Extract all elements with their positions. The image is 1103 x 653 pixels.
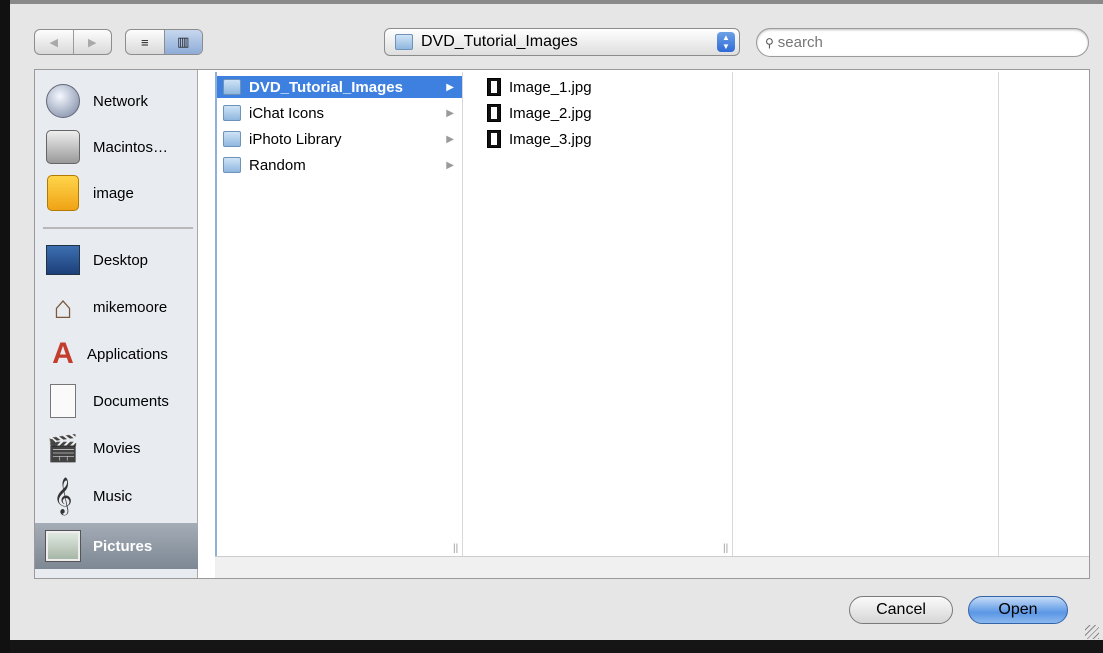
view-mode-control: ≡ ▥: [125, 29, 203, 55]
back-button[interactable]: ◀: [35, 30, 73, 54]
folder-icon: [223, 157, 241, 173]
image-file-icon: [487, 104, 501, 122]
search-input[interactable]: [777, 34, 1068, 51]
column-view-icon: ▥: [177, 34, 190, 49]
ipod-icon: [45, 175, 81, 211]
disclosure-arrow-icon: ▶: [446, 133, 454, 145]
column-view-button[interactable]: ▥: [163, 30, 202, 54]
sidebar-item-movies[interactable]: 🎬 Movies: [35, 425, 198, 471]
desktop-icon: [45, 242, 81, 278]
sidebar-item-label: Network: [93, 92, 149, 110]
disclosure-arrow-icon: ▶: [446, 159, 454, 171]
network-globe-icon: [45, 83, 81, 119]
location-popup[interactable]: DVD_Tutorial_Images ▲ ▼: [384, 28, 740, 56]
column-dvd-tutorial-images: Image_1.jpg Image_2.jpg Image_3.jpg ||: [481, 72, 733, 572]
file-name: Image_1.jpg: [509, 78, 592, 96]
sidebar: Network Macintos… image Desktop ⌂ mikemo…: [35, 70, 198, 578]
back-forward-control: ◀ ▶: [34, 29, 112, 55]
list-view-icon: ≡: [140, 34, 149, 50]
disclosure-arrow-icon: ▶: [446, 107, 454, 119]
sidebar-item-label: Movies: [93, 439, 141, 457]
image-file-icon: [487, 78, 501, 96]
sidebar-item-desktop[interactable]: Desktop: [35, 237, 198, 283]
sidebar-item-label: Music: [93, 487, 133, 505]
column-resize-grip[interactable]: ||: [723, 543, 728, 554]
sidebar-item-pictures[interactable]: Pictures: [35, 523, 198, 569]
column-empty: [733, 72, 999, 572]
sidebar-item-label: Desktop: [93, 251, 149, 269]
folder-icon: [223, 79, 241, 95]
sidebar-item-label: image: [93, 184, 134, 202]
sidebar-item-label: Macintos…: [93, 138, 169, 156]
file-name: Image_2.jpg: [509, 104, 592, 122]
folder-name: Random: [249, 156, 306, 174]
folder-name: iChat Icons: [249, 104, 325, 122]
search-field[interactable]: ⚲: [756, 28, 1089, 57]
pictures-icon: [45, 528, 81, 564]
sidebar-item-image[interactable]: image: [35, 170, 198, 216]
sidebar-item-music[interactable]: 𝄞 Music: [35, 473, 198, 519]
file-row[interactable]: Image_2.jpg: [481, 102, 732, 124]
open-button[interactable]: Open: [968, 596, 1068, 624]
folder-row[interactable]: iPhoto Library ▶: [217, 128, 462, 150]
sidebar-item-label: Documents: [93, 392, 169, 410]
column-resize-grip[interactable]: ||: [453, 543, 458, 554]
cancel-button[interactable]: Cancel: [849, 596, 953, 624]
folder-icon: [395, 34, 413, 50]
image-file-icon: [487, 130, 501, 148]
music-icon: 𝄞: [53, 477, 73, 513]
folder-row[interactable]: iChat Icons ▶: [217, 102, 462, 124]
window-bottom-edge: [10, 640, 1103, 653]
folder-icon: [223, 131, 241, 147]
folder-row[interactable]: Random ▶: [217, 154, 462, 176]
search-icon: ⚲: [765, 35, 774, 50]
folder-name: DVD_Tutorial_Images: [249, 78, 403, 96]
open-file-dialog: ◀ ▶ ≡ ▥ DVD_Tutorial_Images ▲▼ ⚲ Network…: [0, 0, 1103, 653]
back-arrow-icon: ◀: [49, 36, 58, 49]
sidebar-item-label: mikemoore: [93, 298, 168, 316]
hard-drive-icon: [45, 129, 81, 165]
sidebar-item-label: Pictures: [93, 537, 153, 555]
window-edge: [0, 0, 10, 653]
sidebar-item-documents[interactable]: Documents: [35, 378, 198, 424]
column-empty: [999, 72, 1089, 572]
sidebar-divider: [43, 227, 193, 229]
applications-icon: A: [52, 337, 74, 370]
file-name: Image_3.jpg: [509, 130, 592, 148]
location-popup-label: DVD_Tutorial_Images: [421, 33, 578, 50]
sidebar-item-macintosh-hd[interactable]: Macintos…: [35, 124, 198, 170]
forward-button[interactable]: ▶: [72, 30, 112, 54]
resize-grip-icon[interactable]: [1085, 625, 1099, 639]
folder-icon: [223, 105, 241, 121]
forward-arrow-icon: ▶: [88, 36, 97, 49]
folder-name: iPhoto Library: [249, 130, 342, 148]
popup-arrows-icon: ▲ ▼: [717, 32, 735, 52]
file-row[interactable]: Image_3.jpg: [481, 128, 732, 150]
disclosure-arrow-icon: ▶: [446, 81, 454, 93]
file-row[interactable]: Image_1.jpg: [481, 76, 732, 98]
title-bar-edge: [10, 0, 1103, 4]
column-view: DVD_Tutorial_Images ▶ iChat Icons ▶ iPho…: [215, 72, 1089, 572]
column-pictures: DVD_Tutorial_Images ▶ iChat Icons ▶ iPho…: [217, 72, 463, 572]
file-browser: Network Macintos… image Desktop ⌂ mikemo…: [34, 69, 1090, 579]
sidebar-item-applications[interactable]: A Applications: [35, 331, 198, 377]
sidebar-item-network[interactable]: Network: [35, 78, 198, 124]
folder-row[interactable]: DVD_Tutorial_Images ▶: [217, 76, 462, 98]
list-view-button[interactable]: ≡: [126, 30, 164, 54]
documents-icon: [45, 383, 81, 419]
home-icon: ⌂: [53, 288, 73, 325]
horizontal-scrollbar[interactable]: [215, 556, 1089, 578]
sidebar-item-home[interactable]: ⌂ mikemoore: [35, 284, 198, 330]
movies-icon: 🎬: [46, 432, 80, 463]
sidebar-item-label: Applications: [87, 345, 168, 363]
